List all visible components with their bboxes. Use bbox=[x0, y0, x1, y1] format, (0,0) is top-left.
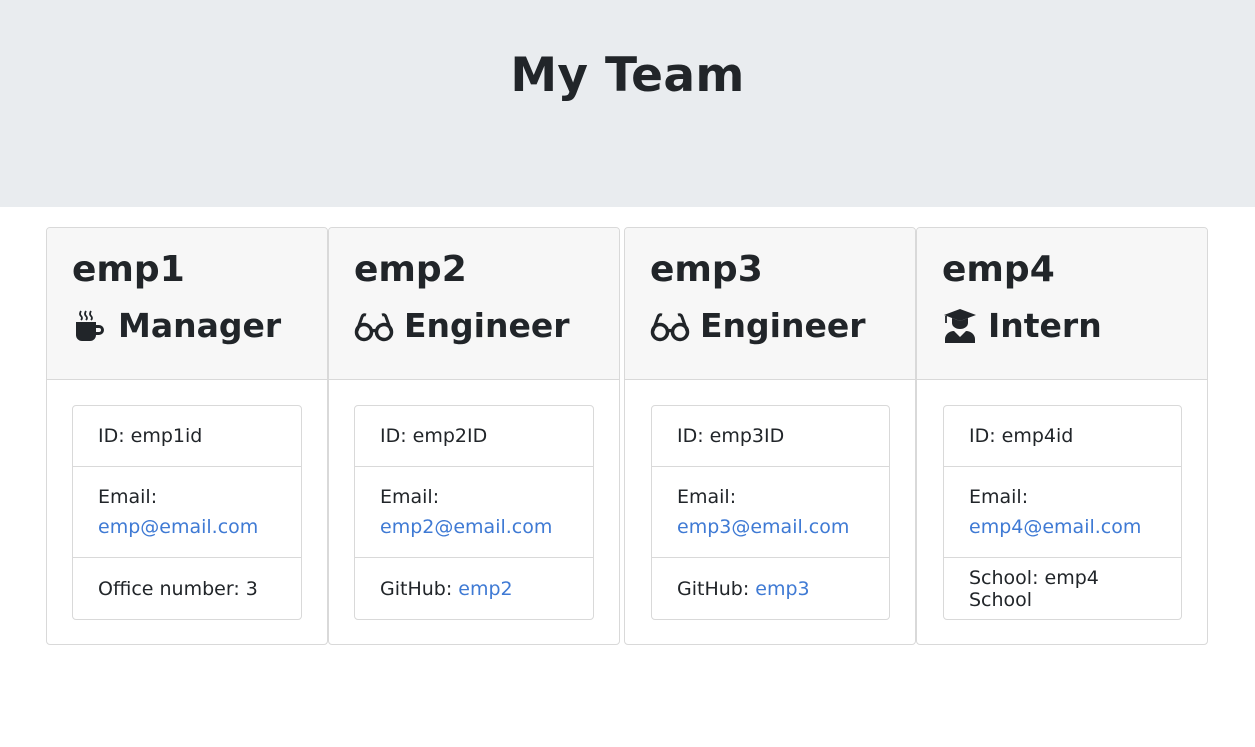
employee-card: emp3 Engineer ID: emp3ID Email: emp3@ema… bbox=[624, 227, 916, 645]
id-item: ID: emp1id bbox=[73, 406, 301, 467]
employee-card: emp4 Intern ID: emp4id Email: emp4@email… bbox=[916, 227, 1208, 645]
id-text: ID: emp2ID bbox=[380, 425, 488, 447]
github-label: GitHub: bbox=[380, 577, 459, 600]
github-label: GitHub: bbox=[677, 577, 756, 600]
role-label: Manager bbox=[118, 306, 282, 345]
school-item: School: emp4 School bbox=[944, 558, 1181, 619]
email-link[interactable]: emp2@email.com bbox=[380, 512, 568, 542]
id-text: ID: emp3ID bbox=[677, 425, 785, 447]
employee-name: emp4 bbox=[942, 249, 1055, 290]
role-label: Engineer bbox=[700, 306, 866, 345]
card-header: emp2 Engineer bbox=[329, 228, 619, 380]
card-header: emp4 Intern bbox=[917, 228, 1207, 380]
email-item: Email: emp@email.com bbox=[73, 467, 301, 558]
employee-details-list: ID: emp1id Email: emp@email.com Office n… bbox=[72, 405, 302, 620]
github-link[interactable]: emp3 bbox=[755, 578, 809, 600]
page-title: My Team bbox=[510, 48, 745, 103]
office-item: Office number: 3 bbox=[73, 558, 301, 619]
github-link[interactable]: emp2 bbox=[458, 578, 512, 600]
office-text: Office number: 3 bbox=[98, 577, 258, 600]
email-item: Email: emp4@email.com bbox=[944, 467, 1181, 558]
email-label: Email: bbox=[677, 486, 737, 508]
role-label: Engineer bbox=[404, 306, 570, 345]
employee-name: emp2 bbox=[354, 249, 467, 290]
email-item: Email: emp2@email.com bbox=[355, 467, 593, 558]
employee-details-list: ID: emp3ID Email: emp3@email.com GitHub:… bbox=[651, 405, 890, 620]
glasses-icon bbox=[650, 313, 690, 342]
employee-card: emp1 Manager ID: emp1id Email: emp@email… bbox=[46, 227, 328, 645]
github-item: GitHub: emp3 bbox=[652, 558, 889, 619]
email-label: Email: bbox=[969, 486, 1029, 508]
employee-name: emp3 bbox=[650, 249, 763, 290]
card-header: emp3 Engineer bbox=[625, 228, 915, 380]
email-link[interactable]: emp@email.com bbox=[98, 512, 276, 542]
employee-role: Manager bbox=[72, 292, 327, 346]
employee-card: emp2 Engineer ID: emp2ID Email: emp2@ema… bbox=[328, 227, 620, 645]
card-header: emp1 Manager bbox=[47, 228, 327, 380]
page-header: My Team bbox=[0, 0, 1255, 207]
email-item: Email: emp3@email.com bbox=[652, 467, 889, 558]
coffee-icon bbox=[76, 310, 104, 341]
employee-details-list: ID: emp2ID Email: emp2@email.com GitHub:… bbox=[354, 405, 594, 620]
email-label: Email: bbox=[98, 486, 158, 508]
employee-role: Engineer bbox=[354, 292, 619, 346]
employee-role: Engineer bbox=[650, 292, 915, 346]
id-text: ID: emp4id bbox=[969, 425, 1074, 447]
employee-details-list: ID: emp4id Email: emp4@email.com School:… bbox=[943, 405, 1182, 620]
id-item: ID: emp4id bbox=[944, 406, 1181, 467]
role-label: Intern bbox=[988, 306, 1102, 345]
github-item: GitHub: emp2 bbox=[355, 558, 593, 619]
email-label: Email: bbox=[380, 486, 440, 508]
email-link[interactable]: emp4@email.com bbox=[969, 512, 1156, 542]
employee-name: emp1 bbox=[72, 249, 185, 290]
graduate-icon bbox=[944, 309, 976, 343]
id-text: ID: emp1id bbox=[98, 425, 203, 447]
id-item: ID: emp3ID bbox=[652, 406, 889, 467]
employee-role: Intern bbox=[942, 292, 1207, 346]
school-text: School: emp4 School bbox=[969, 566, 1099, 611]
email-link[interactable]: emp3@email.com bbox=[677, 512, 864, 542]
id-item: ID: emp2ID bbox=[355, 406, 593, 467]
glasses-icon bbox=[354, 313, 394, 342]
